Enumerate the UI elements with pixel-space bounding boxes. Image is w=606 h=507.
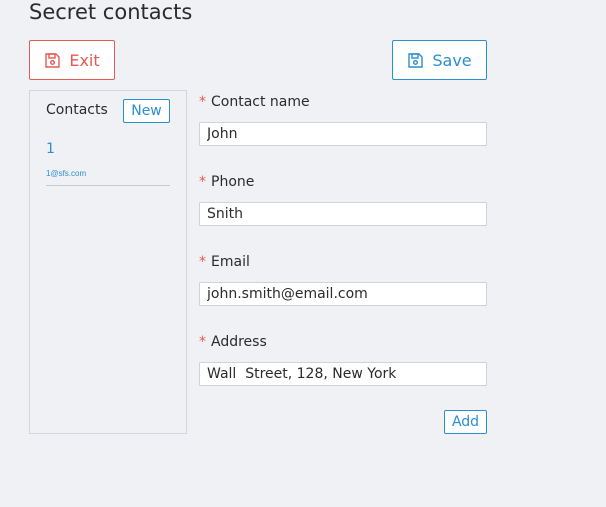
add-button[interactable]: Add (444, 410, 487, 434)
email-label-text: Email (211, 254, 250, 270)
required-marker: * (199, 254, 206, 270)
save-button[interactable]: Save (392, 40, 487, 80)
new-contact-button[interactable]: New (123, 99, 170, 123)
required-marker: * (199, 334, 206, 350)
contacts-panel: Contacts New 1 1@sfs.com (29, 90, 187, 434)
floppy-disk-icon (44, 52, 61, 69)
phone-input[interactable] (199, 202, 487, 226)
contact-item-name: 1 (46, 141, 55, 157)
address-label: * Address (199, 334, 267, 350)
save-button-label: Save (432, 50, 472, 70)
email-label: * Email (199, 254, 250, 270)
address-label-text: Address (211, 334, 267, 350)
contacts-title: Contacts (46, 102, 108, 118)
address-input[interactable] (199, 362, 487, 386)
required-marker: * (199, 174, 206, 190)
contact-name-label-text: Contact name (211, 94, 310, 110)
phone-label: * Phone (199, 174, 254, 190)
contact-list-item[interactable]: 1 1@sfs.com (46, 141, 170, 186)
phone-label-text: Phone (211, 174, 255, 190)
floppy-disk-icon (407, 52, 424, 69)
required-marker: * (199, 94, 206, 110)
contact-item-email: 1@sfs.com (46, 169, 87, 178)
exit-button-label: Exit (69, 50, 100, 70)
exit-button[interactable]: Exit (29, 40, 115, 80)
contact-name-input[interactable] (199, 122, 487, 146)
contact-name-label: * Contact name (199, 94, 310, 110)
email-input[interactable] (199, 282, 487, 306)
page-title: Secret contacts (29, 0, 193, 24)
